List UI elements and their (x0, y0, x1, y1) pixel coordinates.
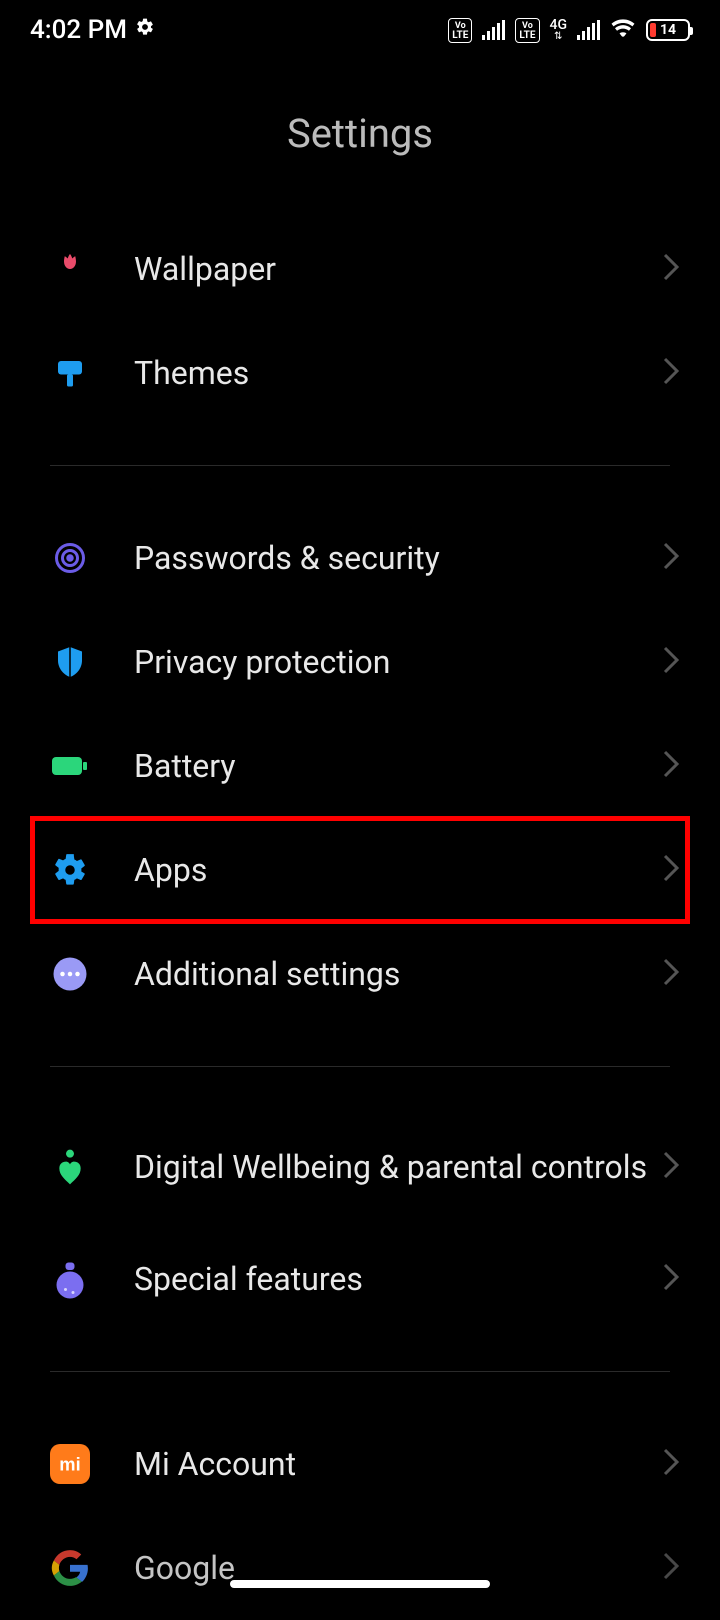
settings-item-apps[interactable]: Apps (0, 818, 720, 922)
chevron-right-icon (662, 645, 680, 679)
gesture-bar[interactable] (230, 1580, 490, 1588)
signal-icon-2 (577, 20, 600, 40)
settings-item-privacy[interactable]: Privacy protection (0, 610, 720, 714)
settings-item-label: Apps (134, 850, 662, 890)
chevron-right-icon (662, 541, 680, 575)
settings-item-label: Passwords & security (134, 538, 662, 578)
settings-item-label: Themes (134, 353, 662, 393)
wellbeing-icon (50, 1147, 90, 1187)
mi-icon: mi (50, 1444, 90, 1484)
network-type: 4G ⇅ (550, 19, 568, 42)
settings-item-wellbeing[interactable]: Digital Wellbeing & parental controls (0, 1107, 720, 1227)
status-bar: 4:02 PM VoLTE VoLTE 4G ⇅ 14 (0, 0, 720, 60)
settings-item-special[interactable]: Special features (0, 1227, 720, 1331)
gear-icon (50, 850, 90, 890)
status-time: 4:02 PM (30, 15, 127, 45)
settings-item-label: Battery (134, 746, 662, 786)
fingerprint-icon (50, 538, 90, 578)
chevron-right-icon (662, 957, 680, 991)
page-title: Settings (0, 60, 720, 217)
chevron-right-icon (662, 749, 680, 783)
settings-item-label: Additional settings (134, 954, 662, 994)
settings-item-additional[interactable]: Additional settings (0, 922, 720, 1026)
svg-text:mi: mi (59, 1454, 80, 1475)
chevron-right-icon (662, 252, 680, 286)
settings-item-label: Special features (134, 1259, 662, 1299)
settings-item-label: Wallpaper (134, 249, 662, 289)
more-icon (50, 954, 90, 994)
settings-item-label: Mi Account (134, 1444, 662, 1484)
divider (50, 465, 670, 466)
battery-icon: 14 (646, 19, 690, 41)
settings-item-themes[interactable]: Themes (0, 321, 720, 425)
brush-icon (50, 353, 90, 393)
chevron-right-icon (662, 1551, 680, 1585)
chevron-right-icon (662, 356, 680, 390)
chevron-right-icon (662, 853, 680, 887)
chevron-right-icon (662, 1150, 680, 1184)
settings-item-label: Privacy protection (134, 642, 662, 682)
flask-icon (50, 1259, 90, 1299)
chevron-right-icon (662, 1447, 680, 1481)
settings-item-google[interactable]: Google (0, 1516, 720, 1620)
settings-item-label: Digital Wellbeing & parental controls (134, 1147, 662, 1187)
wifi-icon (610, 14, 636, 47)
volte-icon-2: VoLTE (515, 18, 539, 43)
volte-icon: VoLTE (448, 18, 472, 43)
divider (50, 1066, 670, 1067)
settings-item-battery[interactable]: Battery (0, 714, 720, 818)
battery-icon (50, 746, 90, 786)
gear-icon (135, 17, 155, 43)
tulip-icon (50, 249, 90, 289)
signal-icon (482, 20, 505, 40)
settings-item-miaccount[interactable]: mi Mi Account (0, 1412, 720, 1516)
settings-list: Wallpaper Themes Passwords & security Pr… (0, 217, 720, 1620)
chevron-right-icon (662, 1262, 680, 1296)
settings-item-passwords[interactable]: Passwords & security (0, 506, 720, 610)
divider (50, 1371, 670, 1372)
settings-item-wallpaper[interactable]: Wallpaper (0, 217, 720, 321)
google-icon (50, 1548, 90, 1588)
shield-icon (50, 642, 90, 682)
